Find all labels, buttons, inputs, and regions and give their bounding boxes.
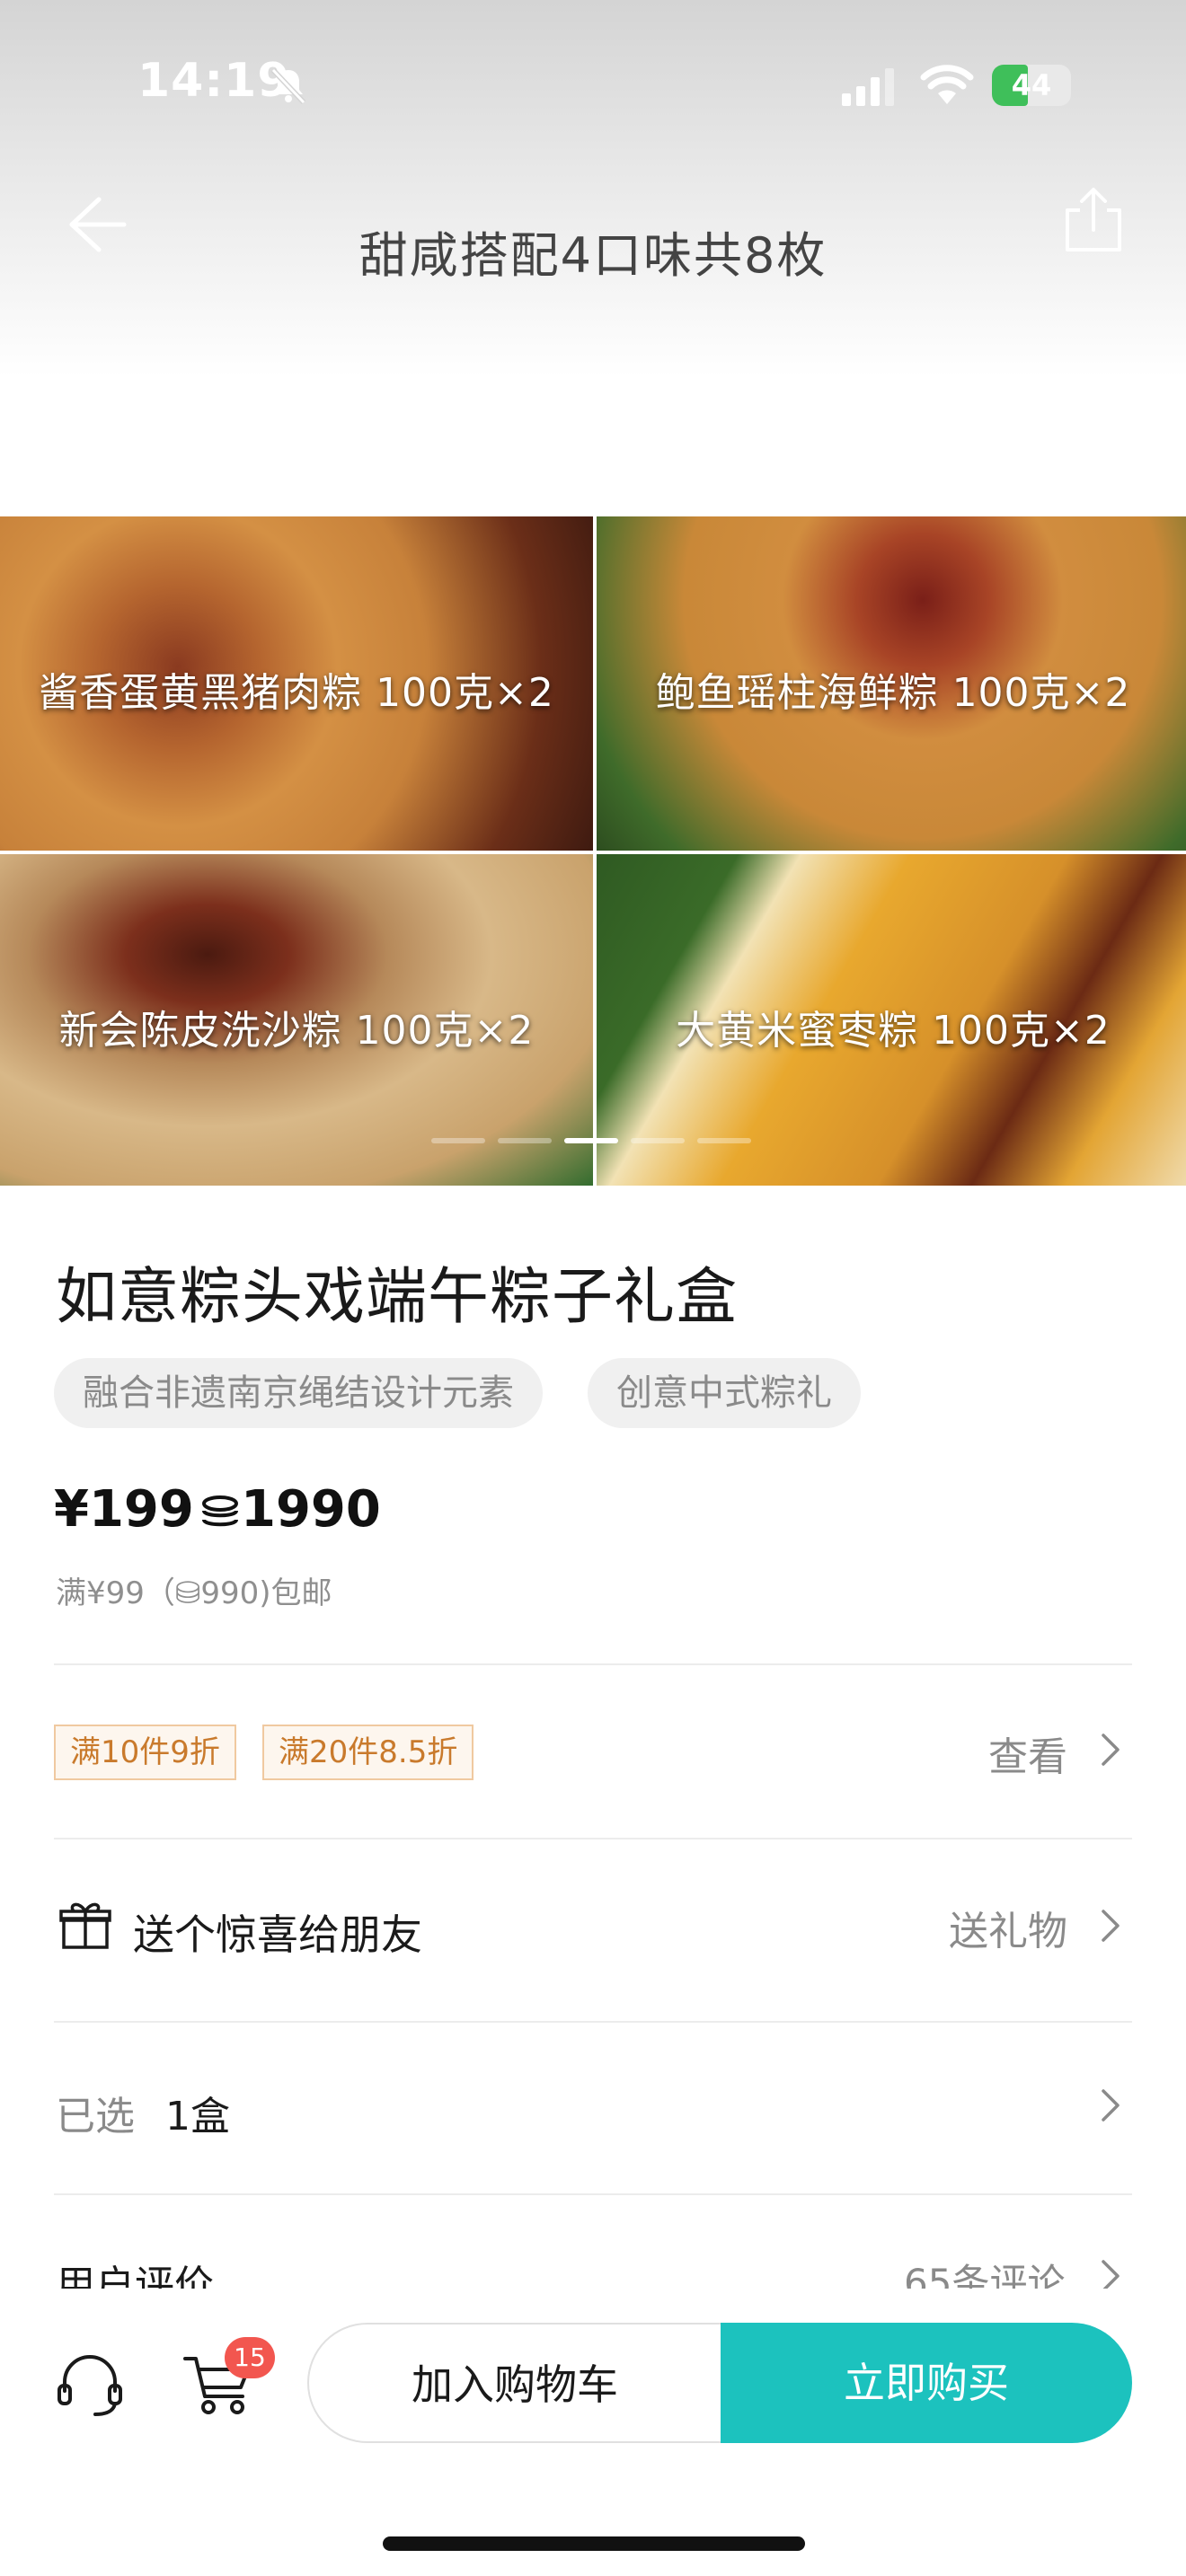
gallery-page-indicator — [431, 1138, 755, 1145]
chevron-right-icon — [1102, 1910, 1120, 1942]
chevron-right-icon — [1102, 1734, 1120, 1766]
send-gift-link[interactable]: 送礼物 — [949, 1899, 1067, 1956]
cart-count-badge: 15 — [225, 2337, 275, 2378]
buy-now-button[interactable]: 立即购买 — [721, 2323, 1132, 2443]
product-image-gallery[interactable]: 酱香蛋黄黑猪肉粽 100克×2 鲍鱼瑶柱海鲜粽 100克×2 新会陈皮洗沙粽 1… — [0, 516, 1186, 1186]
gallery-dot[interactable] — [697, 1138, 751, 1143]
gallery-dot[interactable] — [498, 1138, 552, 1143]
share-icon[interactable] — [1062, 183, 1125, 255]
promo-badge: 满20件8.5折 — [262, 1725, 474, 1780]
gallery-tile: 鲍鱼瑶柱海鲜粽 100克×2 — [597, 516, 1186, 851]
gallery-tile: 酱香蛋黄黑猪肉粽 100克×2 — [0, 516, 593, 851]
gallery-dot[interactable] — [564, 1138, 618, 1143]
selected-value[interactable]: 1盒 — [165, 2084, 230, 2141]
coin-price: 1990 — [241, 1480, 381, 1539]
divider — [54, 2021, 1132, 2023]
gallery-tile: 新会陈皮洗沙粽 100克×2 — [0, 854, 593, 1186]
view-promotions-link[interactable]: 查看 — [988, 1725, 1067, 1782]
battery-percent: 44 — [1011, 68, 1052, 102]
chevron-right-icon[interactable] — [1098, 2086, 1123, 2125]
gallery-dot[interactable] — [631, 1138, 685, 1143]
bell-off-icon — [270, 67, 306, 105]
promo-badge: 满10件9折 — [54, 1725, 236, 1780]
divider — [54, 1663, 1132, 1665]
gallery-tile-label: 鲍鱼瑶柱海鲜粽 100克×2 — [655, 670, 1131, 716]
product-name: 如意粽头戏端午粽子礼盒 — [56, 1262, 739, 1333]
divider — [54, 1838, 1132, 1839]
gallery-tile-label: 大黄米蜜枣粽 100克×2 — [676, 1008, 1111, 1054]
home-indicator[interactable] — [383, 2536, 805, 2551]
wifi-icon — [920, 65, 974, 104]
page-title: 甜咸搭配4口味共8枚 — [358, 227, 828, 284]
battery-indicator: 44 — [992, 65, 1071, 106]
cellular-signal-icon — [842, 68, 894, 106]
coin-icon — [202, 1495, 238, 1527]
selected-label: 已选 — [56, 2094, 135, 2139]
add-to-cart-button[interactable]: 加入购物车 — [307, 2323, 721, 2443]
product-tag: 创意中式粽礼 — [588, 1358, 861, 1428]
gallery-tile-label: 新会陈皮洗沙粽 100克×2 — [58, 1008, 535, 1054]
gallery-tile-label: 酱香蛋黄黑猪肉粽 100克×2 — [39, 670, 554, 716]
customer-service-icon[interactable] — [56, 2351, 124, 2420]
gallery-tile: 大黄米蜜枣粽 100克×2 — [597, 854, 1186, 1186]
gift-icon — [59, 1902, 111, 1949]
gallery-dot[interactable] — [431, 1138, 485, 1143]
divider — [54, 2193, 1132, 2195]
gift-label: 送个惊喜给朋友 — [133, 1910, 422, 1959]
price: ¥199 — [54, 1480, 194, 1539]
shipping-note: 满¥99（⛁990)包邮 — [56, 1575, 332, 1611]
product-tag: 融合非遗南京绳结设计元素 — [54, 1358, 543, 1428]
